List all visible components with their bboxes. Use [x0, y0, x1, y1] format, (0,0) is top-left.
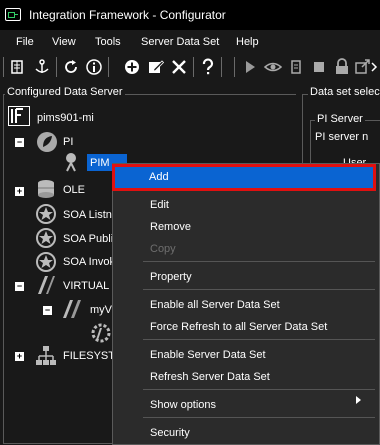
edit-icon[interactable]: [147, 58, 165, 76]
menu-separator: [143, 339, 375, 340]
lock-icon[interactable]: [333, 58, 351, 76]
window-title: Integration Framework - Configurator: [29, 8, 226, 22]
refresh-icon[interactable]: [62, 58, 80, 76]
title-bar: Integration Framework - Configurator: [0, 0, 380, 30]
menu-item-show-options[interactable]: Show options: [150, 399, 216, 411]
expand-ole-icon[interactable]: +: [15, 187, 24, 196]
tree-node-soa-invoker[interactable]: SOA Invok: [63, 256, 115, 268]
menu-separator: [143, 289, 375, 290]
configured-data-server-title: Configured Data Server: [5, 86, 125, 98]
menu-item-security[interactable]: Security: [150, 427, 190, 439]
expand-filesystem-icon[interactable]: +: [15, 352, 24, 361]
pi-server-note: PI server n: [315, 131, 369, 143]
delete-icon[interactable]: [170, 58, 188, 76]
app-icon: [5, 8, 21, 21]
soa-star-icon: [35, 203, 57, 225]
menu-separator: [143, 389, 375, 390]
toolbar: [2, 53, 380, 81]
collapse-pi-icon[interactable]: −: [15, 138, 24, 147]
callout-box: [112, 164, 376, 191]
menu-tools[interactable]: Tools: [95, 36, 121, 48]
toolbar-separator: [56, 57, 57, 77]
tree-node-pi[interactable]: PI: [63, 136, 73, 148]
virtual-dataset-icon: [90, 322, 112, 344]
menu-separator: [143, 261, 375, 262]
add-icon[interactable]: [123, 58, 141, 76]
toolbar-separator: [221, 57, 222, 77]
collapse-myvirtual-icon[interactable]: −: [43, 306, 52, 315]
play-icon[interactable]: [241, 58, 259, 76]
menu-view[interactable]: View: [52, 36, 76, 48]
tree-node-virtual[interactable]: VIRTUAL: [63, 280, 109, 292]
hierarchy-icon: [35, 345, 57, 367]
collapse-virtual-icon[interactable]: −: [15, 282, 24, 291]
anchor-icon[interactable]: [33, 58, 51, 76]
context-menu: Edit Remove Copy Property Enable all Ser…: [112, 163, 380, 445]
menu-item-remove[interactable]: Remove: [150, 221, 191, 233]
menu-item-copy: Copy: [150, 243, 176, 255]
menu-item-force-refresh-all[interactable]: Force Refresh to all Server Data Set: [150, 321, 327, 333]
virtual-server-icon: [61, 298, 85, 320]
stop-icon[interactable]: [310, 58, 328, 76]
menu-item-edit[interactable]: Edit: [150, 199, 169, 211]
menu-bar: File View Tools Server Data Set Help: [0, 32, 380, 52]
chevron-right-icon[interactable]: [370, 58, 380, 76]
menu-file[interactable]: File: [16, 36, 34, 48]
menu-help[interactable]: Help: [236, 36, 259, 48]
document-icon[interactable]: [9, 58, 27, 76]
pi-server-group-title: PI Server: [315, 113, 365, 125]
menu-item-enable-server[interactable]: Enable Server Data Set: [150, 349, 266, 361]
menu-item-property[interactable]: Property: [150, 271, 192, 283]
tree-node-soa-publisher[interactable]: SOA Publi: [63, 233, 113, 245]
toolbar-grip: [3, 57, 4, 77]
pi-leaf-icon: [36, 131, 58, 153]
tree-node-pi-server[interactable]: PIM: [90, 157, 110, 169]
menu-server-data-set[interactable]: Server Data Set: [141, 36, 219, 48]
toolbar-separator: [193, 57, 194, 77]
toolbar-separator: [108, 57, 109, 77]
help-icon[interactable]: [199, 58, 217, 76]
menu-separator: [143, 417, 375, 418]
menu-item-refresh-server[interactable]: Refresh Server Data Set: [150, 371, 270, 383]
soa-star-icon: [35, 227, 57, 249]
submenu-arrow-icon: [356, 396, 361, 404]
pi-server-icon: [63, 152, 81, 172]
tree-node-myvirtual[interactable]: myVi: [90, 304, 114, 316]
virtual-icon: [35, 274, 57, 296]
soa-star-icon: [35, 251, 57, 273]
menu-item-enable-all[interactable]: Enable all Server Data Set: [150, 299, 280, 311]
eye-icon[interactable]: [264, 58, 282, 76]
tree-node-ole[interactable]: OLE: [63, 184, 85, 196]
info-icon[interactable]: [85, 58, 103, 76]
database-icon: [35, 178, 57, 200]
script-icon[interactable]: [287, 58, 305, 76]
data-set-selection-title: Data set selec: [308, 86, 380, 98]
framework-icon: [8, 106, 30, 126]
toolbar-grip: [234, 57, 235, 77]
server-node[interactable]: pims901-mi: [37, 112, 94, 124]
tree-node-soa-listener[interactable]: SOA Listne: [63, 209, 118, 221]
